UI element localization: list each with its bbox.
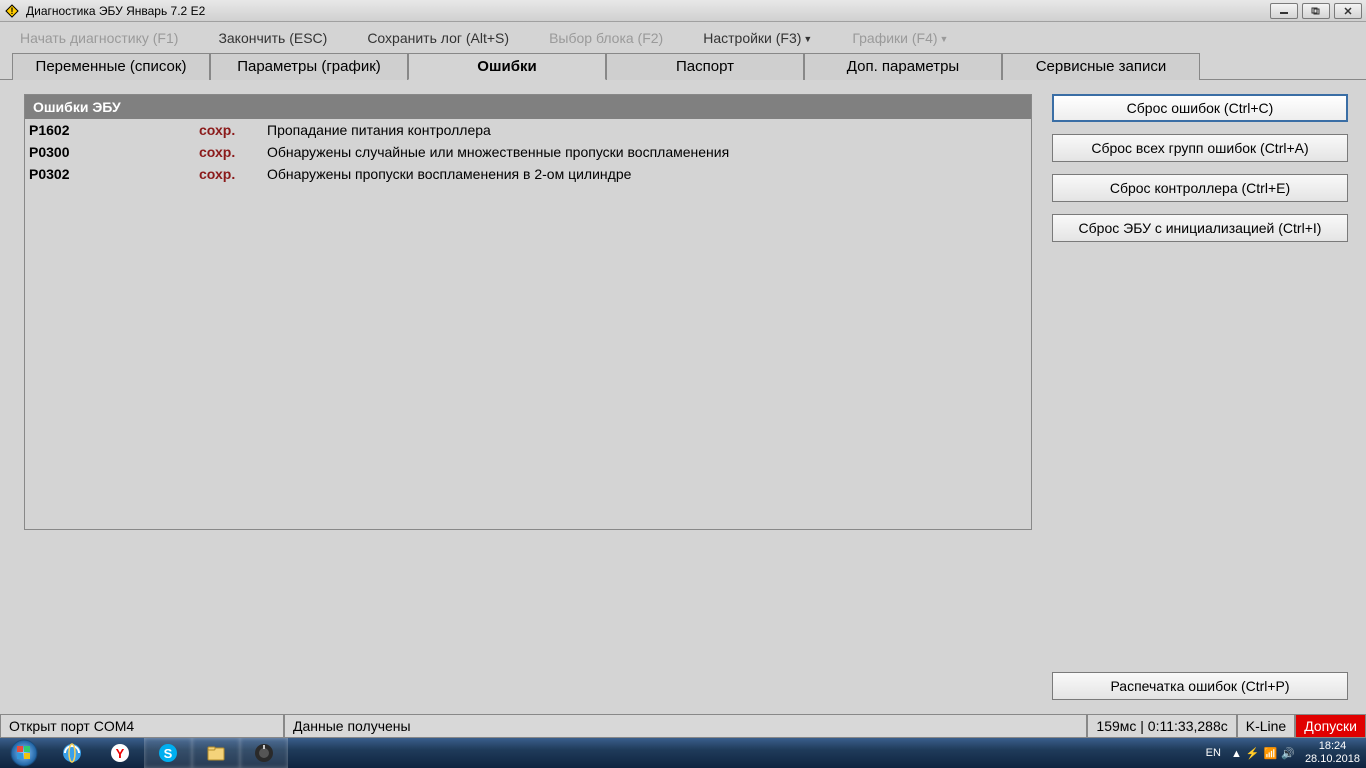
window-title: Диагностика ЭБУ Январь 7.2 E2 bbox=[24, 4, 1270, 18]
maximize-button[interactable] bbox=[1302, 3, 1330, 19]
taskbar-ie-icon[interactable] bbox=[48, 738, 96, 768]
status-timing: 159мс | 0:11:33,288с bbox=[1087, 715, 1236, 738]
chevron-down-icon: ▼ bbox=[940, 34, 949, 44]
flag-icon[interactable]: ▲ bbox=[1231, 748, 1242, 760]
error-code: P0300 bbox=[29, 144, 199, 160]
menu-settings[interactable]: Настройки (F3)▼ bbox=[703, 30, 812, 46]
taskbar-items: Y S bbox=[48, 738, 288, 768]
taskbar-tray: EN ▲ ⚡ 📶🔊 18:24 28.10.2018 bbox=[1206, 738, 1366, 768]
error-desc: Обнаружены пропуски воспламенения в 2-ом… bbox=[267, 166, 1027, 182]
taskbar-explorer-icon[interactable] bbox=[192, 738, 240, 768]
title-bar: ! Диагностика ЭБУ Январь 7.2 E2 bbox=[0, 0, 1366, 22]
status-kline: K-Line bbox=[1237, 715, 1295, 738]
clear-all-groups-button[interactable]: Сброс всех групп ошибок (Ctrl+A) bbox=[1052, 134, 1348, 162]
taskbar-diag-icon[interactable] bbox=[240, 738, 288, 768]
tray-clock[interactable]: 18:24 28.10.2018 bbox=[1305, 740, 1360, 766]
error-list: P1602 сохр. Пропадание питания контролле… bbox=[25, 119, 1031, 529]
chevron-down-icon: ▼ bbox=[803, 34, 812, 44]
menu-save-log[interactable]: Сохранить лог (Alt+S) bbox=[367, 30, 509, 46]
sound-icon[interactable]: 🔊 bbox=[1281, 748, 1295, 760]
taskbar-skype-icon[interactable]: S bbox=[144, 738, 192, 768]
tab-errors[interactable]: Ошибки bbox=[408, 53, 606, 80]
content-area: Ошибки ЭБУ P1602 сохр. Пропадание питани… bbox=[0, 80, 1366, 714]
error-desc: Пропадание питания контроллера bbox=[267, 122, 1027, 138]
reset-controller-button[interactable]: Сброс контроллера (Ctrl+E) bbox=[1052, 174, 1348, 202]
start-button[interactable] bbox=[0, 738, 48, 768]
svg-text:!: ! bbox=[11, 6, 14, 16]
menu-charts[interactable]: Графики (F4)▼ bbox=[852, 30, 948, 46]
tab-service[interactable]: Сервисные записи bbox=[1002, 53, 1200, 80]
tab-passport[interactable]: Паспорт bbox=[606, 53, 804, 80]
clear-errors-button[interactable]: Сброс ошибок (Ctrl+C) bbox=[1052, 94, 1348, 122]
print-errors-button[interactable]: Распечатка ошибок (Ctrl+P) bbox=[1052, 672, 1348, 700]
svg-text:S: S bbox=[164, 746, 173, 761]
window-controls bbox=[1270, 3, 1362, 19]
close-button[interactable] bbox=[1334, 3, 1362, 19]
minimize-button[interactable] bbox=[1270, 3, 1298, 19]
errors-panel: Ошибки ЭБУ P1602 сохр. Пропадание питани… bbox=[24, 94, 1032, 530]
app-icon: ! bbox=[4, 3, 20, 19]
error-status: сохр. bbox=[199, 144, 267, 160]
status-bar: Открыт порт COM4 Данные получены 159мс |… bbox=[0, 714, 1366, 738]
network-icon[interactable]: 📶 bbox=[1264, 748, 1278, 760]
battery-icon[interactable]: ⚡ bbox=[1246, 748, 1260, 760]
tray-icons[interactable]: ▲ ⚡ 📶🔊 bbox=[1229, 747, 1297, 760]
menu-block-select[interactable]: Выбор блока (F2) bbox=[549, 30, 663, 46]
menu-bar: Начать диагностику (F1) Закончить (ESC) … bbox=[0, 22, 1366, 52]
error-code: P1602 bbox=[29, 122, 199, 138]
tab-variables[interactable]: Переменные (список) bbox=[12, 53, 210, 80]
side-buttons: Сброс ошибок (Ctrl+C) Сброс всех групп о… bbox=[1052, 94, 1348, 700]
taskbar-yandex-icon[interactable]: Y bbox=[96, 738, 144, 768]
tab-params[interactable]: Параметры (график) bbox=[210, 53, 408, 80]
error-status: сохр. bbox=[199, 122, 267, 138]
menu-finish[interactable]: Закончить (ESC) bbox=[218, 30, 327, 46]
error-status: сохр. bbox=[199, 166, 267, 182]
taskbar: Y S EN ▲ ⚡ 📶🔊 18:24 28.10.2018 bbox=[0, 738, 1366, 768]
panel-header: Ошибки ЭБУ bbox=[25, 95, 1031, 119]
status-dopusk: Допуски bbox=[1295, 715, 1366, 738]
error-row[interactable]: P0302 сохр. Обнаружены пропуски воспламе… bbox=[25, 163, 1031, 185]
reset-ecu-init-button[interactable]: Сброс ЭБУ с инициализацией (Ctrl+I) bbox=[1052, 214, 1348, 242]
error-code: P0302 bbox=[29, 166, 199, 182]
tab-bar: Переменные (список) Параметры (график) О… bbox=[0, 52, 1366, 80]
menu-start-diag[interactable]: Начать диагностику (F1) bbox=[20, 30, 178, 46]
status-port: Открыт порт COM4 bbox=[0, 715, 284, 738]
tab-extra[interactable]: Доп. параметры bbox=[804, 53, 1002, 80]
status-msg: Данные получены bbox=[284, 715, 1087, 738]
app-body: Начать диагностику (F1) Закончить (ESC) … bbox=[0, 22, 1366, 714]
tray-lang[interactable]: EN bbox=[1206, 747, 1221, 759]
error-desc: Обнаружены случайные или множественные п… bbox=[267, 144, 1027, 160]
error-row[interactable]: P0300 сохр. Обнаружены случайные или мно… bbox=[25, 141, 1031, 163]
error-row[interactable]: P1602 сохр. Пропадание питания контролле… bbox=[25, 119, 1031, 141]
svg-text:Y: Y bbox=[116, 746, 125, 761]
